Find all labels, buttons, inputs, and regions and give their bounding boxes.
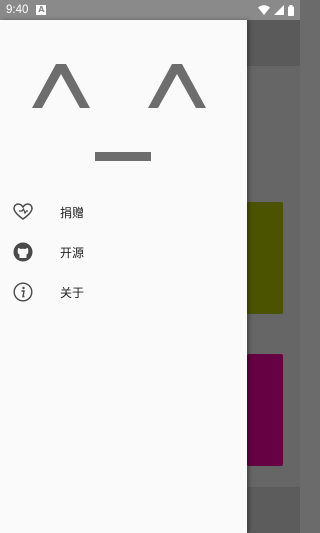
menu-item-donate[interactable]: 捐赠 (0, 192, 247, 232)
github-icon (12, 241, 34, 263)
menu-item-open-source[interactable]: 开源 (0, 232, 247, 272)
status-icons (258, 4, 294, 16)
heart-outline-icon (12, 201, 34, 223)
menu-label: 捐赠 (60, 205, 85, 220)
notification-icon: A (36, 5, 47, 15)
menu-label: 关于 (60, 285, 85, 300)
menu-label: 开源 (60, 245, 85, 260)
info-icon (12, 281, 34, 303)
signal-icon (274, 5, 284, 15)
battery-icon (288, 4, 294, 16)
menu-item-about[interactable]: 关于 (0, 272, 247, 312)
drawer-menu: 捐赠 开源 关于 (0, 192, 247, 312)
status-bar: 9:40 A (0, 0, 300, 20)
navigation-drawer: 捐赠 开源 关于 (0, 20, 247, 533)
color-card[interactable] (247, 202, 283, 314)
color-card[interactable] (247, 354, 283, 466)
kaomoji-face-icon (32, 64, 206, 161)
status-time: 9:40 (6, 4, 29, 16)
wifi-icon (258, 5, 270, 15)
face-logo (0, 20, 247, 180)
